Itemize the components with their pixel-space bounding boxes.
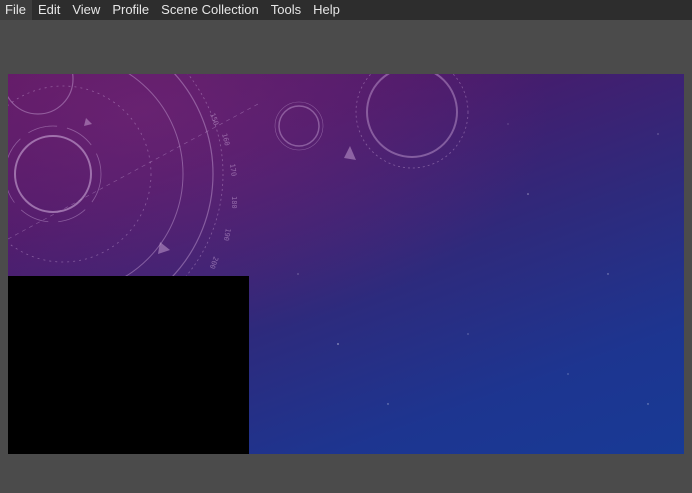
menu-view[interactable]: View (66, 0, 106, 20)
menu-bar: File Edit View Profile Scene Collection … (0, 0, 692, 20)
menu-file[interactable]: File (0, 0, 32, 20)
black-source-overlay[interactable] (8, 276, 249, 454)
menu-tools[interactable]: Tools (265, 0, 307, 20)
menu-edit[interactable]: Edit (32, 0, 66, 20)
dial-tick-label: 180 (230, 196, 238, 209)
menu-scene-collection[interactable]: Scene Collection (155, 0, 265, 20)
menu-help[interactable]: Help (307, 0, 346, 20)
menu-profile[interactable]: Profile (106, 0, 155, 20)
